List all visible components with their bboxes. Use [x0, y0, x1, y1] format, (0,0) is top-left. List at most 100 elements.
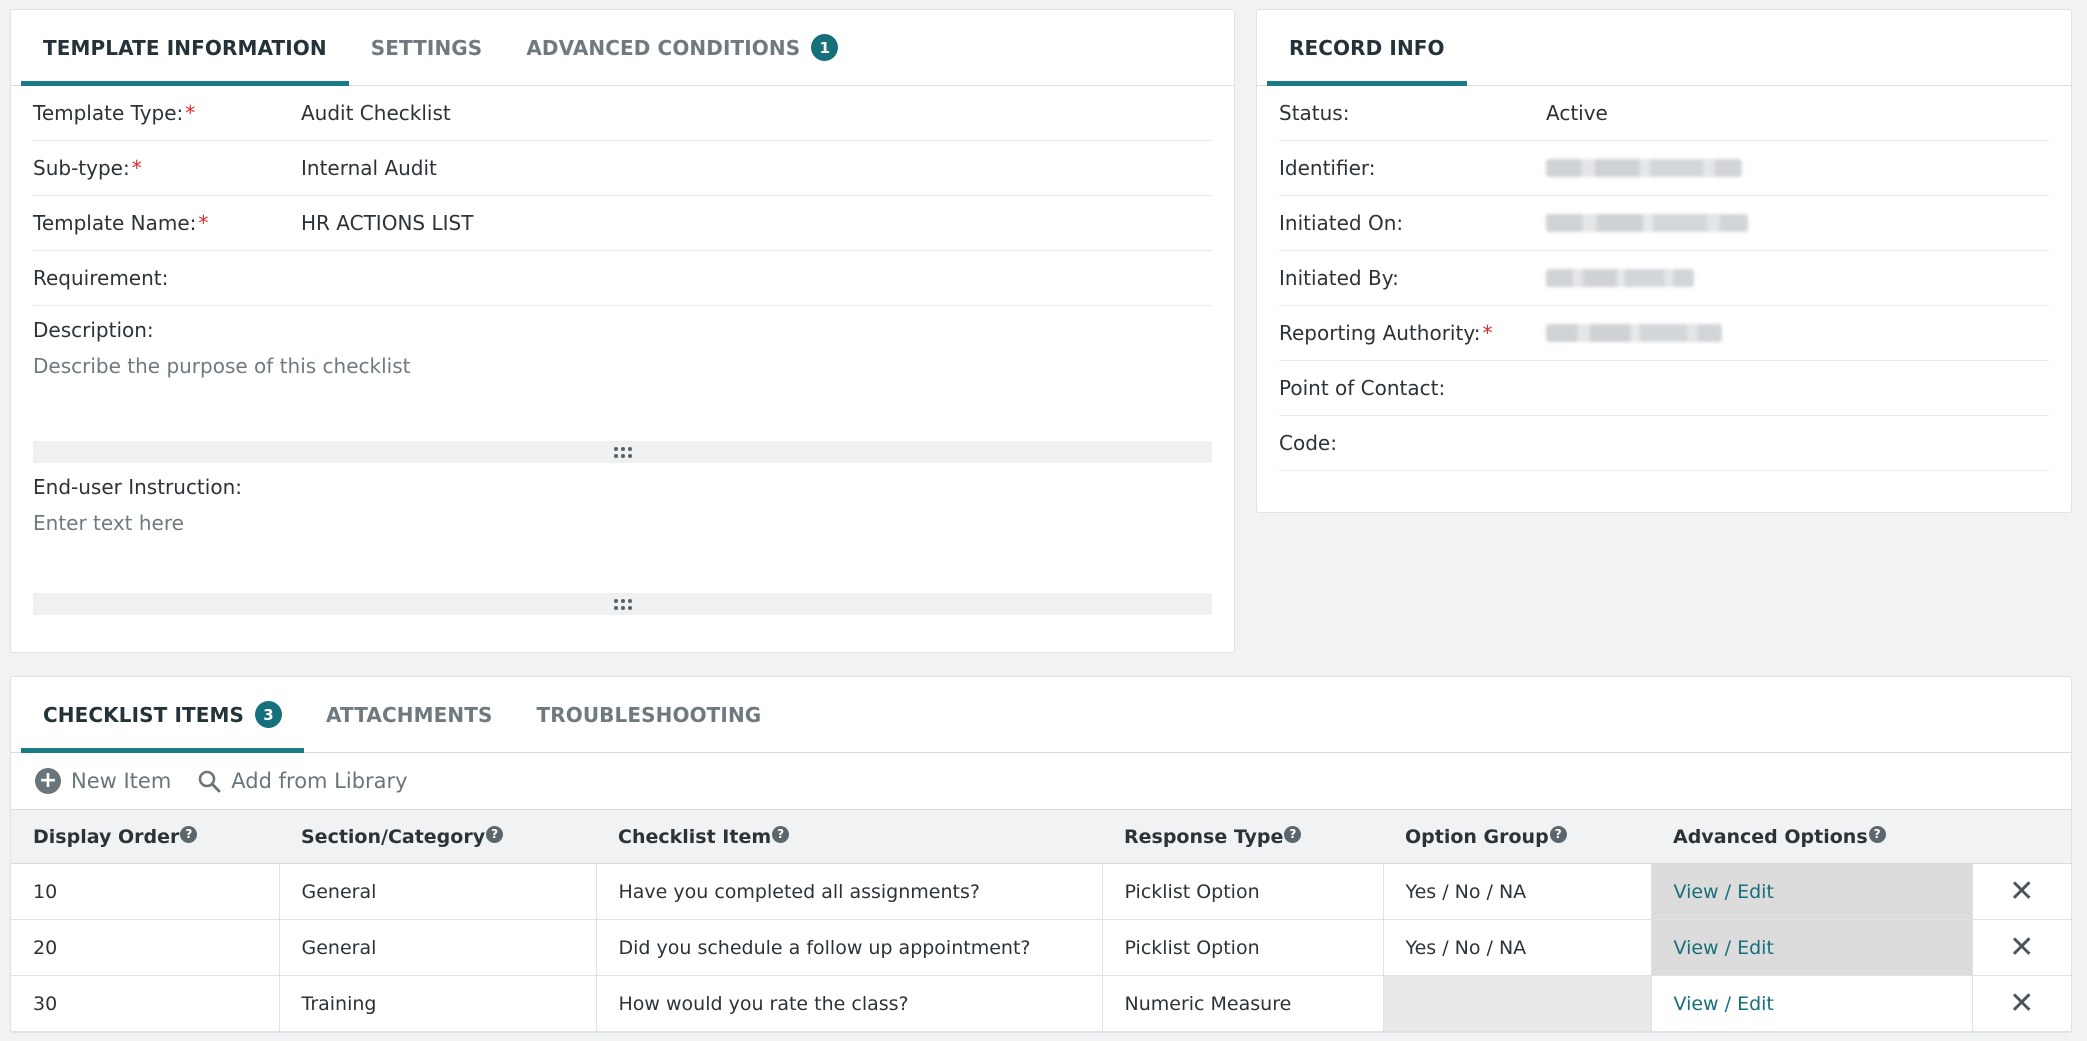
record-info-panel: RECORD INFO Status: Active Identifier: I…: [1256, 9, 2072, 513]
tab-template-information[interactable]: TEMPLATE INFORMATION: [21, 10, 349, 86]
view-edit-link[interactable]: View / Edit: [1674, 993, 1774, 1015]
column-header-advanced-options[interactable]: Advanced Options?: [1651, 809, 1972, 864]
field-label: Point of Contact:: [1279, 376, 1446, 400]
field-label: Initiated By:: [1279, 266, 1399, 290]
field-initiated-on: Initiated On:: [1279, 196, 2049, 251]
description-textarea[interactable]: Describe the purpose of this checklist: [33, 354, 1212, 441]
tab-attachments[interactable]: ATTACHMENTS: [304, 677, 514, 752]
option-group-cell: Yes / No / NA: [1383, 863, 1652, 920]
resize-handle[interactable]: [33, 441, 1212, 463]
column-header-checklist-item[interactable]: Checklist Item?: [596, 809, 1102, 864]
template-tabs: TEMPLATE INFORMATION SETTINGS ADVANCED C…: [11, 10, 1234, 86]
view-edit-link[interactable]: View / Edit: [1674, 881, 1774, 903]
remove-row-button[interactable]: ✕: [1972, 919, 2071, 976]
template-fields: Template Type: * Audit Checklist Sub-type…: [11, 86, 1234, 615]
redacted-value: [1546, 159, 1742, 177]
description-block: Description: Describe the purpose of thi…: [33, 306, 1212, 463]
section-cell: General: [279, 863, 597, 920]
plus-circle-icon: +: [35, 768, 61, 794]
description-label: Description:: [33, 318, 154, 342]
table-header-row: Display Order? Section/Category? Checkli…: [11, 809, 2071, 864]
template-type-value[interactable]: Audit Checklist: [301, 101, 451, 125]
help-icon[interactable]: ?: [772, 825, 790, 843]
resize-handle[interactable]: [33, 593, 1212, 615]
sub-type-value[interactable]: Internal Audit: [301, 156, 437, 180]
field-label: Identifier:: [1279, 156, 1376, 180]
advanced-options-cell: View / Edit: [1651, 975, 1973, 1032]
add-from-library-button[interactable]: Add from Library: [197, 769, 408, 793]
count-badge: 3: [255, 701, 283, 728]
response-type-cell: Picklist Option: [1102, 919, 1384, 976]
instruction-label: End-user Instruction:: [33, 475, 242, 499]
checklist-toolbar: + New Item Add from Library: [11, 753, 2071, 809]
response-type-cell: Picklist Option: [1102, 863, 1384, 920]
help-icon[interactable]: ?: [1868, 825, 1886, 843]
display-order-cell: 10: [11, 863, 280, 920]
redacted-value[interactable]: [1546, 324, 1722, 342]
table-row[interactable]: 20 General Did you schedule a follow up …: [11, 919, 2071, 976]
required-marker: *: [1482, 321, 1493, 345]
help-icon[interactable]: ?: [486, 825, 504, 843]
tab-advanced-conditions[interactable]: ADVANCED CONDITIONS 1: [504, 10, 860, 85]
new-item-button[interactable]: + New Item: [35, 768, 171, 794]
section-cell: Training: [279, 975, 597, 1032]
count-badge: 1: [811, 34, 839, 61]
field-code: Code:: [1279, 416, 2049, 471]
tab-record-info[interactable]: RECORD INFO: [1267, 10, 1467, 86]
status-value: Active: [1546, 101, 1608, 125]
column-header-display-order[interactable]: Display Order?: [11, 809, 279, 864]
help-icon[interactable]: ?: [180, 825, 198, 843]
table-row[interactable]: 10 General Have you completed all assign…: [11, 863, 2071, 920]
table-row[interactable]: 30 Training How would you rate the class…: [11, 975, 2071, 1032]
template-information-panel: TEMPLATE INFORMATION SETTINGS ADVANCED C…: [10, 9, 1235, 653]
advanced-options-cell: View / Edit: [1651, 863, 1973, 920]
column-header-section-category[interactable]: Section/Category?: [279, 809, 596, 864]
remove-row-button[interactable]: ✕: [1972, 975, 2071, 1032]
field-label: Initiated On:: [1279, 211, 1404, 235]
advanced-options-cell: View / Edit: [1651, 919, 1973, 976]
redacted-value: [1546, 214, 1748, 232]
display-order-cell: 30: [11, 975, 280, 1032]
column-header-remove: [1972, 809, 2071, 864]
checklist-item-cell: How would you rate the class?: [596, 975, 1103, 1032]
checklist-tabs: CHECKLIST ITEMS 3 ATTACHMENTS TROUBLESHOO…: [11, 677, 2071, 753]
checklist-table: Display Order? Section/Category? Checkli…: [11, 809, 2071, 1032]
instruction-block: End-user Instruction: Enter text here: [33, 463, 1212, 615]
template-name-value[interactable]: HR ACTIONS LIST: [301, 211, 473, 235]
help-icon[interactable]: ?: [1284, 825, 1302, 843]
close-icon: ✕: [2009, 930, 2035, 965]
field-reporting-authority: Reporting Authority: *: [1279, 306, 2049, 361]
field-label: Code:: [1279, 431, 1337, 455]
required-marker: *: [185, 101, 196, 125]
search-icon: [198, 770, 221, 793]
checklist-items-panel: CHECKLIST ITEMS 3 ATTACHMENTS TROUBLESHOO…: [10, 676, 2072, 1033]
field-label: Sub-type: *: [33, 156, 142, 180]
field-label: Template Name: *: [33, 211, 209, 235]
redacted-value: [1546, 269, 1694, 287]
column-header-response-type[interactable]: Response Type?: [1102, 809, 1383, 864]
close-icon: ✕: [2009, 874, 2035, 909]
field-template-name: Template Name: * HR ACTIONS LIST: [33, 196, 1212, 251]
field-requirement: Requirement:: [33, 251, 1212, 306]
tab-troubleshooting[interactable]: TROUBLESHOOTING: [514, 677, 783, 752]
field-point-of-contact: Point of Contact:: [1279, 361, 2049, 416]
field-template-type: Template Type: * Audit Checklist: [33, 86, 1212, 141]
display-order-cell: 20: [11, 919, 280, 976]
section-cell: General: [279, 919, 597, 976]
view-edit-link[interactable]: View / Edit: [1674, 937, 1774, 959]
option-group-cell: Yes / No / NA: [1383, 919, 1652, 976]
field-status: Status: Active: [1279, 86, 2049, 141]
field-initiated-by: Initiated By:: [1279, 251, 2049, 306]
grip-icon: [613, 598, 632, 610]
column-header-option-group[interactable]: Option Group?: [1383, 809, 1651, 864]
tab-settings[interactable]: SETTINGS: [349, 10, 505, 85]
tab-checklist-items[interactable]: CHECKLIST ITEMS 3: [21, 677, 305, 753]
instruction-textarea[interactable]: Enter text here: [33, 511, 1212, 593]
option-group-cell: [1383, 975, 1652, 1032]
remove-row-button[interactable]: ✕: [1972, 863, 2071, 920]
required-marker: *: [198, 211, 209, 235]
response-type-cell: Numeric Measure: [1102, 975, 1384, 1032]
record-fields: Status: Active Identifier: Initiated On:…: [1257, 86, 2071, 471]
help-icon[interactable]: ?: [1549, 825, 1567, 843]
field-identifier: Identifier:: [1279, 141, 2049, 196]
